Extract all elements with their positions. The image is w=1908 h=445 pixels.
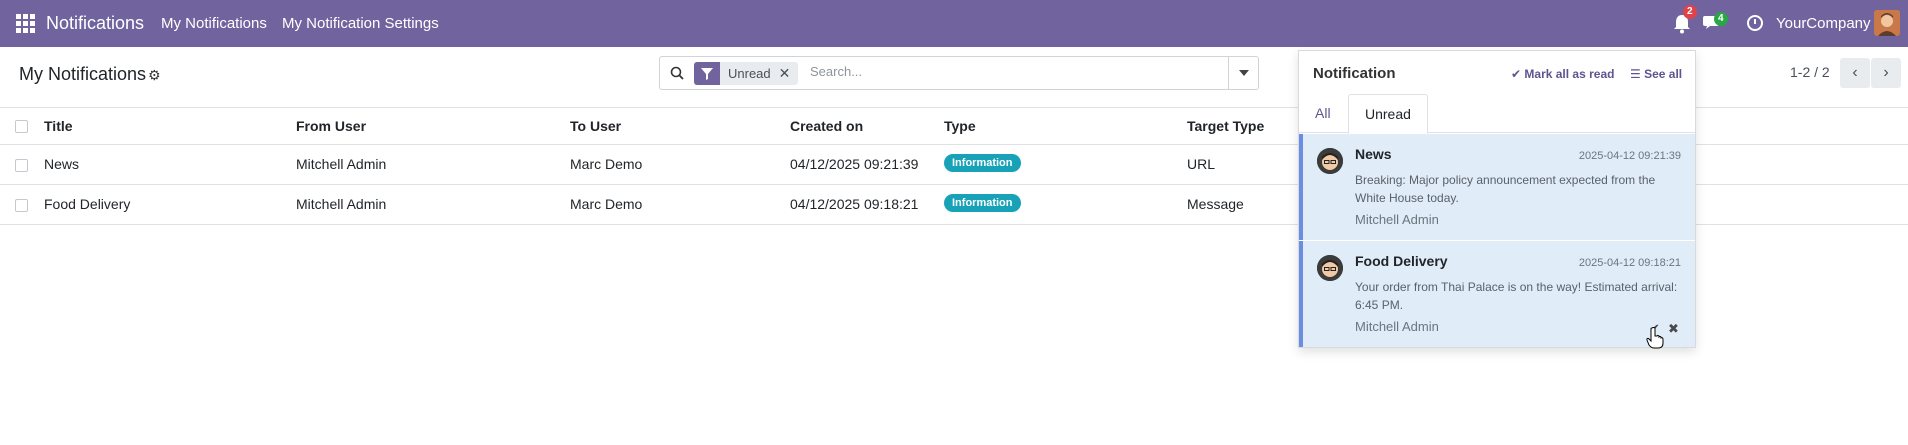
- cell-title: Food Delivery: [44, 196, 131, 212]
- notification-author: Mitchell Admin: [1355, 212, 1439, 227]
- column-type[interactable]: Type: [944, 118, 976, 134]
- notification-dropdown: Notification ✔ Mark all as read ☰ See al…: [1298, 50, 1696, 348]
- notification-item[interactable]: News 2025-04-12 09:21:39 Breaking: Major…: [1299, 134, 1695, 240]
- page-title[interactable]: My Notifications: [19, 64, 146, 85]
- app-grid-icon[interactable]: [16, 14, 35, 33]
- column-to-user[interactable]: To User: [570, 118, 621, 134]
- see-all-link[interactable]: ☰ See all: [1630, 67, 1682, 81]
- row-checkbox[interactable]: [15, 159, 28, 172]
- menu-my-notification-settings[interactable]: My Notification Settings: [282, 15, 439, 32]
- notification-message: Breaking: Major policy announcement expe…: [1355, 173, 1656, 205]
- list-icon: ☰: [1630, 67, 1641, 81]
- search-bar: Unread ✕: [659, 56, 1259, 90]
- facet-label: Unread: [728, 66, 771, 81]
- filter-facet: Unread ✕: [694, 62, 799, 85]
- caret-down-icon: [1238, 70, 1249, 76]
- notification-author: Mitchell Admin: [1355, 319, 1439, 334]
- type-badge: Information: [944, 154, 1021, 172]
- type-badge: Information: [944, 194, 1021, 212]
- activity-clock-icon[interactable]: [1747, 15, 1763, 31]
- message-count-badge: 4: [1714, 12, 1728, 26]
- notification-message: Your order from Thai Palace is on the wa…: [1355, 280, 1678, 312]
- notification-item[interactable]: Food Delivery 2025-04-12 09:18:21 Your o…: [1299, 241, 1695, 347]
- select-all-checkbox[interactable]: [15, 120, 28, 133]
- menu-my-notifications[interactable]: My Notifications: [161, 15, 267, 32]
- company-switcher[interactable]: YourCompany: [1776, 15, 1871, 32]
- check-icon: ✔: [1511, 67, 1522, 81]
- notification-time: 2025-04-12 09:18:21: [1578, 257, 1681, 269]
- cell-from-user: Mitchell Admin: [296, 196, 387, 212]
- cell-target-type: URL: [1187, 156, 1216, 172]
- filter-icon: [694, 62, 720, 85]
- row-checkbox[interactable]: [15, 199, 28, 212]
- mark-all-read-label: Mark all as read: [1524, 67, 1615, 81]
- column-created-on[interactable]: Created on: [790, 118, 863, 134]
- hand-cursor-icon: [1646, 327, 1664, 349]
- see-all-label: See all: [1644, 67, 1683, 81]
- top-navbar: Notifications My Notifications My Notifi…: [0, 0, 1908, 47]
- cell-to-user: Marc Demo: [570, 156, 643, 172]
- search-options-toggle[interactable]: [1228, 57, 1258, 89]
- notification-count-badge: 2: [1683, 5, 1697, 19]
- sender-avatar: [1317, 148, 1343, 174]
- gear-icon[interactable]: ⚙: [148, 67, 161, 84]
- cell-created-on: 04/12/2025 09:21:39: [790, 156, 919, 172]
- tab-all[interactable]: All: [1299, 94, 1347, 133]
- pager-next-button[interactable]: ›: [1871, 58, 1901, 88]
- cell-target-type: Message: [1187, 196, 1244, 212]
- pager-previous-button[interactable]: ‹: [1840, 58, 1870, 88]
- cell-to-user: Marc Demo: [570, 196, 643, 212]
- cell-from-user: Mitchell Admin: [296, 156, 387, 172]
- column-from-user[interactable]: From User: [296, 118, 366, 134]
- search-icon[interactable]: [670, 66, 684, 80]
- notification-title: News: [1355, 146, 1392, 162]
- sender-avatar: [1317, 255, 1343, 281]
- remove-facet-icon[interactable]: ✕: [779, 65, 799, 82]
- notification-title: Food Delivery: [1355, 253, 1448, 269]
- app-name[interactable]: Notifications: [46, 13, 144, 34]
- notification-time: 2025-04-12 09:21:39: [1578, 150, 1681, 162]
- tab-unread[interactable]: Unread: [1348, 94, 1428, 134]
- notification-panel-title: Notification: [1313, 65, 1396, 82]
- cell-title: News: [44, 156, 80, 172]
- search-input[interactable]: [810, 64, 1210, 79]
- pager-value[interactable]: 1-2 / 2: [1790, 64, 1830, 80]
- dismiss-close-icon[interactable]: ✖: [1668, 321, 1679, 337]
- cell-created-on: 04/12/2025 09:18:21: [790, 196, 919, 212]
- notification-tabs: All Unread: [1299, 94, 1695, 134]
- mark-all-read-link[interactable]: ✔ Mark all as read: [1511, 67, 1614, 81]
- column-target-type[interactable]: Target Type: [1187, 118, 1264, 134]
- column-title[interactable]: Title: [44, 118, 73, 134]
- user-avatar[interactable]: [1874, 10, 1900, 36]
